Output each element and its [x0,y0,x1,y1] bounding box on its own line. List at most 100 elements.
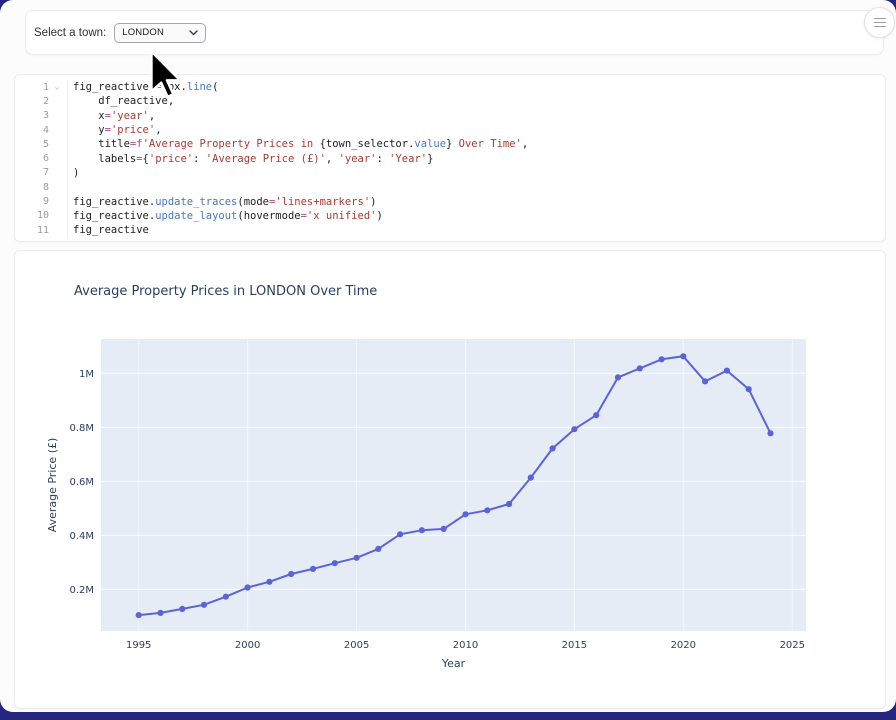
line-number: 4 [15,125,49,136]
gutter: 2 [15,94,68,108]
gutter: 4 [15,123,68,137]
data-point-marker[interactable] [462,511,468,517]
data-point-marker[interactable] [354,555,360,561]
x-tick-label: 2000 [235,640,260,651]
gutter: 5 [15,137,68,151]
y-tick-label: 0.8M [69,423,94,434]
gutter: 11 [15,223,68,237]
y-tick-label: 0.6M [69,477,94,488]
y-axis-title: Average Price (£) [46,438,59,533]
widget-cell: Select a town: LONDON [25,10,884,55]
x-tick-label: 2025 [780,640,805,651]
town-select-value: LONDON [122,27,164,38]
code-text: x='year', [68,110,155,122]
data-point-marker[interactable] [724,368,730,374]
code-text: y='price', [68,124,162,136]
code-line[interactable]: 8 [15,180,885,194]
code-text: fig_reactive.update_layout(hovermode='x … [68,210,383,222]
code-text: title=f'Average Property Prices in {town… [68,138,528,150]
code-line[interactable]: 10 fig_reactive.update_layout(hovermode='… [15,209,885,223]
x-tick-label: 2020 [671,640,696,651]
data-point-marker[interactable] [506,501,512,507]
line-number: 10 [15,210,49,221]
chevron-down-icon [189,30,198,36]
data-point-marker[interactable] [375,546,381,552]
x-tick-label: 2005 [344,640,369,651]
data-point-marker[interactable] [136,612,142,618]
data-point-marker[interactable] [419,527,425,533]
gutter: 10 [15,209,68,223]
line-number: 7 [15,167,49,178]
code-line[interactable]: 1⌄fig_reactive = px.line( [15,80,885,94]
x-axis-title: Year [441,657,466,670]
code-line[interactable]: 7) [15,166,885,180]
data-point-marker[interactable] [680,353,686,359]
output-cell: Average Property Prices in LONDON Over T… [14,250,886,709]
y-tick-label: 1M [79,369,94,380]
data-point-marker[interactable] [397,531,403,537]
line-number: 2 [15,96,49,107]
data-point-marker[interactable] [593,412,599,418]
notebook-window: Select a town: LONDON 1⌄fig_reactive = p… [0,0,896,712]
plot-area [101,339,806,631]
fold-arrow-icon[interactable]: ⌄ [49,83,65,91]
y-tick-label: 0.2M [69,585,94,596]
code-text: df_reactive, [68,95,174,107]
hamburger-icon [874,18,886,28]
code-line[interactable]: 11 fig_reactive [15,223,885,237]
town-select[interactable]: LONDON [114,23,206,43]
data-point-marker[interactable] [571,426,577,432]
gutter: 1⌄ [15,80,68,94]
code-text: fig_reactive [68,224,149,236]
data-point-marker[interactable] [223,594,229,600]
code-text: fig_reactive.update_traces(mode='lines+m… [68,196,376,208]
code-text: fig_reactive = px.line( [68,81,218,93]
line-number: 1 [15,82,49,93]
data-point-marker[interactable] [201,602,207,608]
data-point-marker[interactable] [245,584,251,590]
gutter: 8 [15,180,68,194]
gutter: 9 [15,194,68,208]
data-point-marker[interactable] [157,610,163,616]
code-line[interactable]: 4 y='price', [15,123,885,137]
code-line[interactable]: 6 labels={'price': 'Average Price (£)', … [15,151,885,165]
data-point-marker[interactable] [288,571,294,577]
line-number: 6 [15,153,49,164]
code-lines: 1⌄fig_reactive = px.line(2 df_reactive,3… [15,80,885,237]
data-point-marker[interactable] [484,507,490,513]
data-point-marker[interactable] [332,560,338,566]
data-point-marker[interactable] [179,606,185,612]
data-point-marker[interactable] [615,374,621,380]
data-point-marker[interactable] [266,579,272,585]
data-point-marker[interactable] [528,475,534,481]
x-tick-label: 2015 [562,640,587,651]
line-number: 9 [15,196,49,207]
data-point-marker[interactable] [702,378,708,384]
line-number: 3 [15,110,49,121]
x-tick-label: 1995 [126,640,151,651]
line-number: 8 [15,182,49,193]
code-line[interactable]: 3 x='year', [15,109,885,123]
x-tick-label: 2010 [453,640,478,651]
data-point-marker[interactable] [310,566,316,572]
code-line[interactable]: 9 fig_reactive.update_traces(mode='lines+… [15,194,885,208]
data-point-marker[interactable] [746,386,752,392]
data-point-marker[interactable] [659,356,665,362]
line-chart[interactable]: 1995 2000 2005 2010 2015 2020 2025 0.2M 0.4M 0.6M… [15,251,885,706]
data-point-marker[interactable] [550,445,556,451]
menu-button[interactable] [864,7,895,38]
line-number: 5 [15,139,49,150]
code-line[interactable]: 5 title=f'Average Property Prices in {to… [15,137,885,151]
line-number: 11 [15,225,49,236]
gutter: 7 [15,166,68,180]
gutter: 6 [15,151,68,165]
town-select-label: Select a town: [34,27,106,39]
gutter: 3 [15,109,68,123]
code-cell[interactable]: 1⌄fig_reactive = px.line(2 df_reactive,3… [14,74,886,242]
data-point-marker[interactable] [767,430,773,436]
code-text: ) [68,167,79,179]
data-point-marker[interactable] [441,526,447,532]
y-tick-label: 0.4M [69,531,94,542]
code-line[interactable]: 2 df_reactive, [15,94,885,108]
data-point-marker[interactable] [637,365,643,371]
